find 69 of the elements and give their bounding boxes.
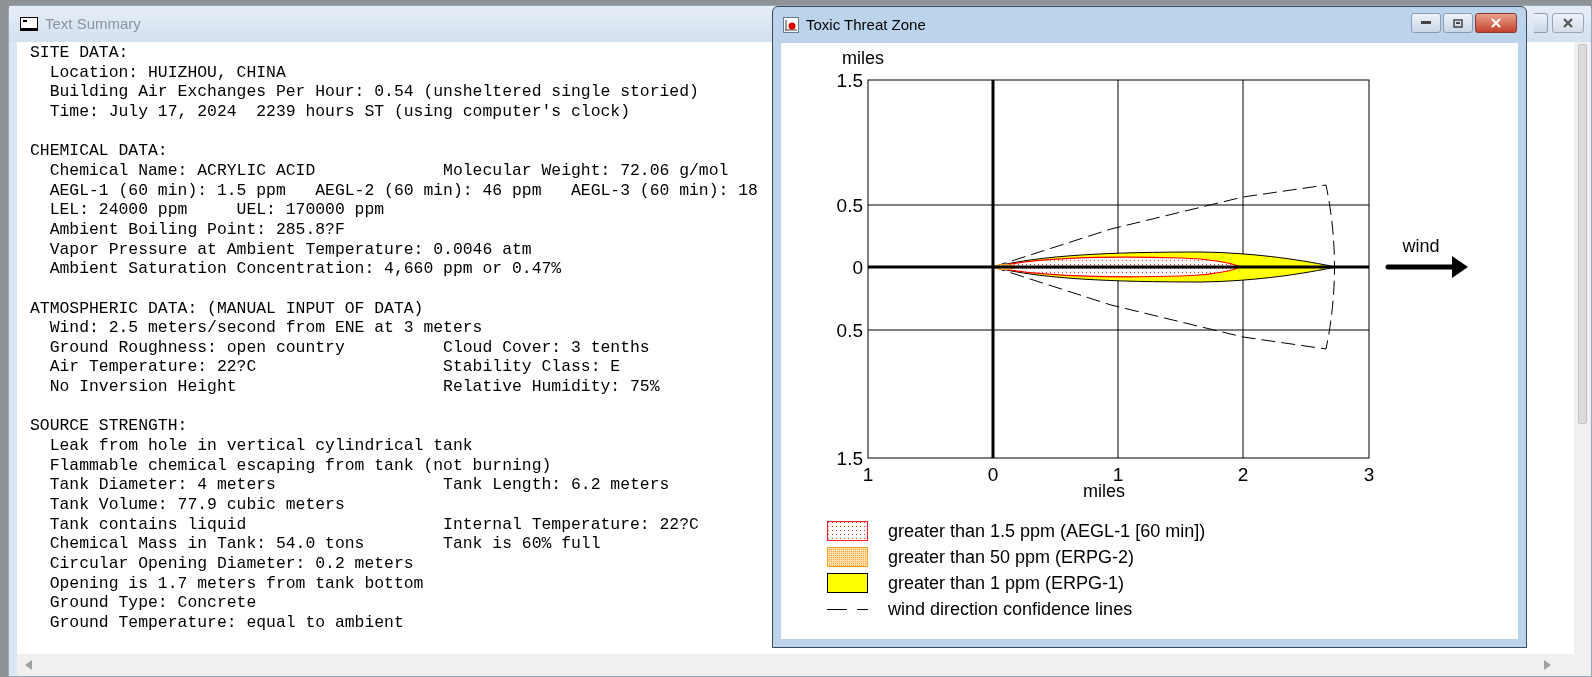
legend-label: greater than 1 ppm (ERPG-1)	[888, 571, 1125, 595]
report-line: Ground Roughness: open country	[49, 337, 345, 357]
report-line: LEL: 24000 ppm UEL: 170000 ppm	[49, 200, 385, 220]
legend-label: greater than 50 ppm (ERPG-2)	[888, 545, 1135, 569]
report-line: Vapor Pressure at Ambient Temperature: 0.0046 atm	[49, 239, 532, 259]
section-heading: SITE DATA:	[30, 43, 129, 62]
minimize-button[interactable]	[1411, 13, 1441, 33]
solid-swatch-icon	[827, 573, 868, 593]
report-line: Time: July 17, 2024 2239 hours ST (using computer's clock)	[49, 101, 630, 121]
maximize-icon	[1453, 18, 1463, 28]
report-line: Internal Temperature: 22?C	[443, 514, 699, 535]
report-line: Tank Diameter: 4 meters	[49, 475, 276, 495]
section-heading: SOURCE STRENGTH:	[30, 416, 188, 436]
report-line: Wind: 2.5 meters/second from ENE at 3 meters	[49, 318, 483, 338]
report-line: Tank is 60% full	[443, 534, 601, 554]
dashed-line-icon	[827, 607, 868, 611]
report-line: Circular Opening Diameter: 0.2 meters	[49, 554, 414, 573]
y-tick-label: 1.5	[836, 70, 863, 91]
report-line: Opening is 1.7 meters from tank bottom	[49, 573, 424, 593]
wind-arrow-icon	[1385, 256, 1468, 278]
y-axis-label: miles	[842, 48, 884, 68]
report-line: Ambient Saturation Concentration: 4,660 ppm or 0.47%	[49, 259, 562, 279]
scroll-left-icon[interactable]	[25, 660, 33, 670]
y-tick-label: 0	[852, 257, 863, 278]
report-line: Flammable chemical escaping from tank (not burning)	[49, 455, 552, 475]
y-tick-label: 1.5	[836, 448, 863, 469]
x-tick-label: 1	[862, 464, 874, 485]
window-icon	[20, 17, 38, 31]
report-line: Chemical Name: ACRYLIC ACID	[49, 160, 316, 180]
legend-label: wind direction confidence lines	[888, 597, 1133, 621]
report-line: Tank Volume: 77.9 cubic meters	[49, 495, 345, 515]
report-line: Air Temperature: 22?C	[49, 357, 257, 377]
report-line: Ground Temperature: equal to ambient	[49, 613, 404, 632]
report-line: Ambient Boiling Point: 285.8?F	[49, 219, 345, 239]
y-tick-label: 0.5	[836, 320, 863, 341]
restore-button[interactable]	[1534, 13, 1548, 33]
section-heading: CHEMICAL DATA:	[30, 141, 168, 161]
y-tick-label: 0.5	[836, 195, 863, 216]
report-line: Ground Type: Concrete	[49, 593, 257, 613]
window-title: Toxic Threat Zone	[806, 14, 926, 35]
dotted-swatch-icon	[827, 521, 868, 541]
close-icon	[1562, 18, 1574, 28]
window-title: Text Summary	[45, 13, 141, 34]
section-heading: ATMOSPHERIC DATA: (MANUAL INPUT OF DATA)	[30, 298, 424, 318]
close-icon	[1490, 18, 1502, 28]
report-line: AEGL-1 (60 min): 1.5 ppm AEGL-2 (60 min): 46 ppm AEGL-3 (60 min): 18	[49, 180, 758, 200]
report-line: Location: HUIZHOU, CHINA	[49, 62, 286, 82]
x-tick-label: 3	[1363, 464, 1375, 485]
report-line: Relative Humidity: 75%	[443, 377, 660, 397]
report-line: Tank contains liquid	[49, 514, 247, 534]
report-line: Cloud Cover: 3 tenths	[443, 337, 650, 358]
wind-label: wind	[1402, 236, 1440, 256]
report-line: Tank Length: 6.2 meters	[443, 475, 670, 496]
fine-dotted-swatch-icon	[827, 547, 868, 567]
x-tick-label: 0	[987, 464, 999, 485]
report-line: Chemical Mass in Tank: 54.0 tons	[49, 534, 365, 554]
report-line: Molecular Weight: 72.06 g/mol	[443, 160, 729, 181]
chart-app-icon	[783, 17, 799, 33]
report-line: Building Air Exchanges Per Hour: 0.54 (unsheltered single storied)	[49, 82, 699, 102]
close-button[interactable]	[1475, 13, 1517, 33]
report-line: Stability Class: E	[443, 357, 621, 378]
scroll-right-icon[interactable]	[1543, 660, 1551, 670]
legend-label: greater than 1.5 ppm (AEGL-1 [60 min])	[888, 519, 1206, 543]
maximize-button[interactable]	[1443, 13, 1473, 33]
minimize-icon	[1421, 21, 1431, 25]
report-line: No Inversion Height	[49, 377, 237, 397]
x-tick-label: 2	[1237, 464, 1249, 485]
report-line: Leak from hole in vertical cylindrical tank	[49, 436, 473, 456]
close-button[interactable]	[1552, 13, 1584, 33]
